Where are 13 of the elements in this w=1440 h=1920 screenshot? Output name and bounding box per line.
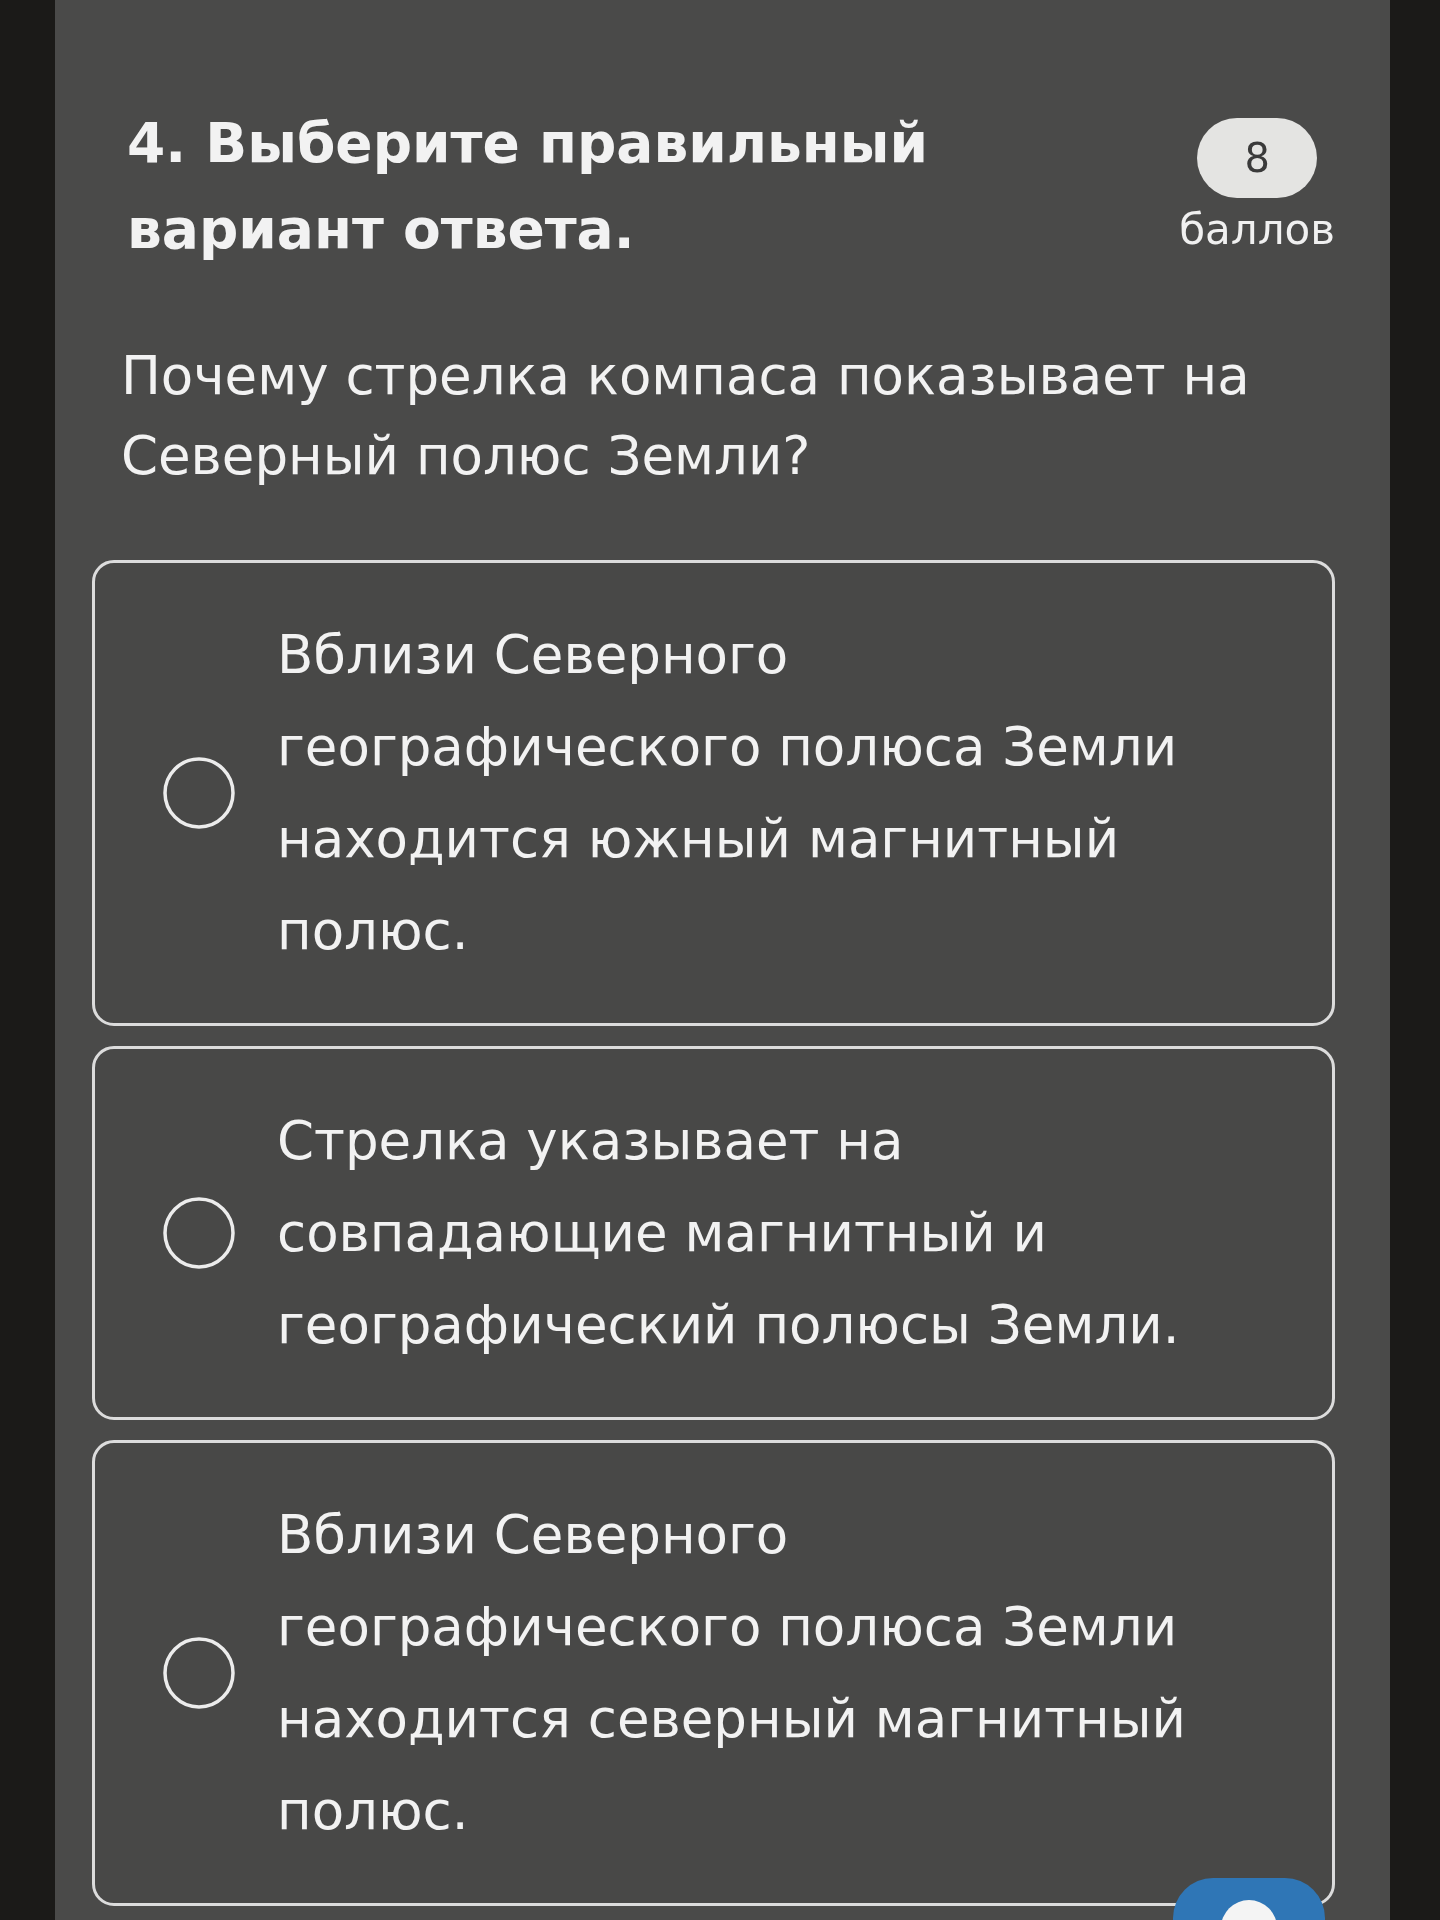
radio-button[interactable] [163, 1637, 235, 1709]
radio-button[interactable] [163, 1197, 235, 1269]
points-label: баллов [1179, 204, 1335, 256]
answer-option[interactable]: Стрелка указывает на совпадающие магнитный и географический полюсы Земли. [92, 1046, 1335, 1420]
question-text: Почему стрелка компаса показывает на Северный полюс Земли? [120, 344, 1251, 488]
question-title: 4. Выберите правильный вариант ответа. [127, 110, 930, 263]
answer-text: Вблизи Северного географического полюса Земли находится северный магнитный полюс. [277, 1503, 1187, 1843]
radio-button[interactable] [163, 757, 235, 829]
answer-text: Стрелка указывает на совпадающие магнитный и географический полюсы Земли. [277, 1109, 1181, 1357]
answer-option[interactable]: Вблизи Северного географического полюса Земли находится южный магнитный полюс. [92, 560, 1335, 1026]
points-badge: 8 [1197, 118, 1318, 198]
answer-option[interactable]: Вблизи Северного географического полюса Земли находится северный магнитный полюс. [92, 1440, 1335, 1906]
answer-text: Вблизи Северного географического полюса Земли находится южный магнитный полюс. [277, 623, 1179, 963]
